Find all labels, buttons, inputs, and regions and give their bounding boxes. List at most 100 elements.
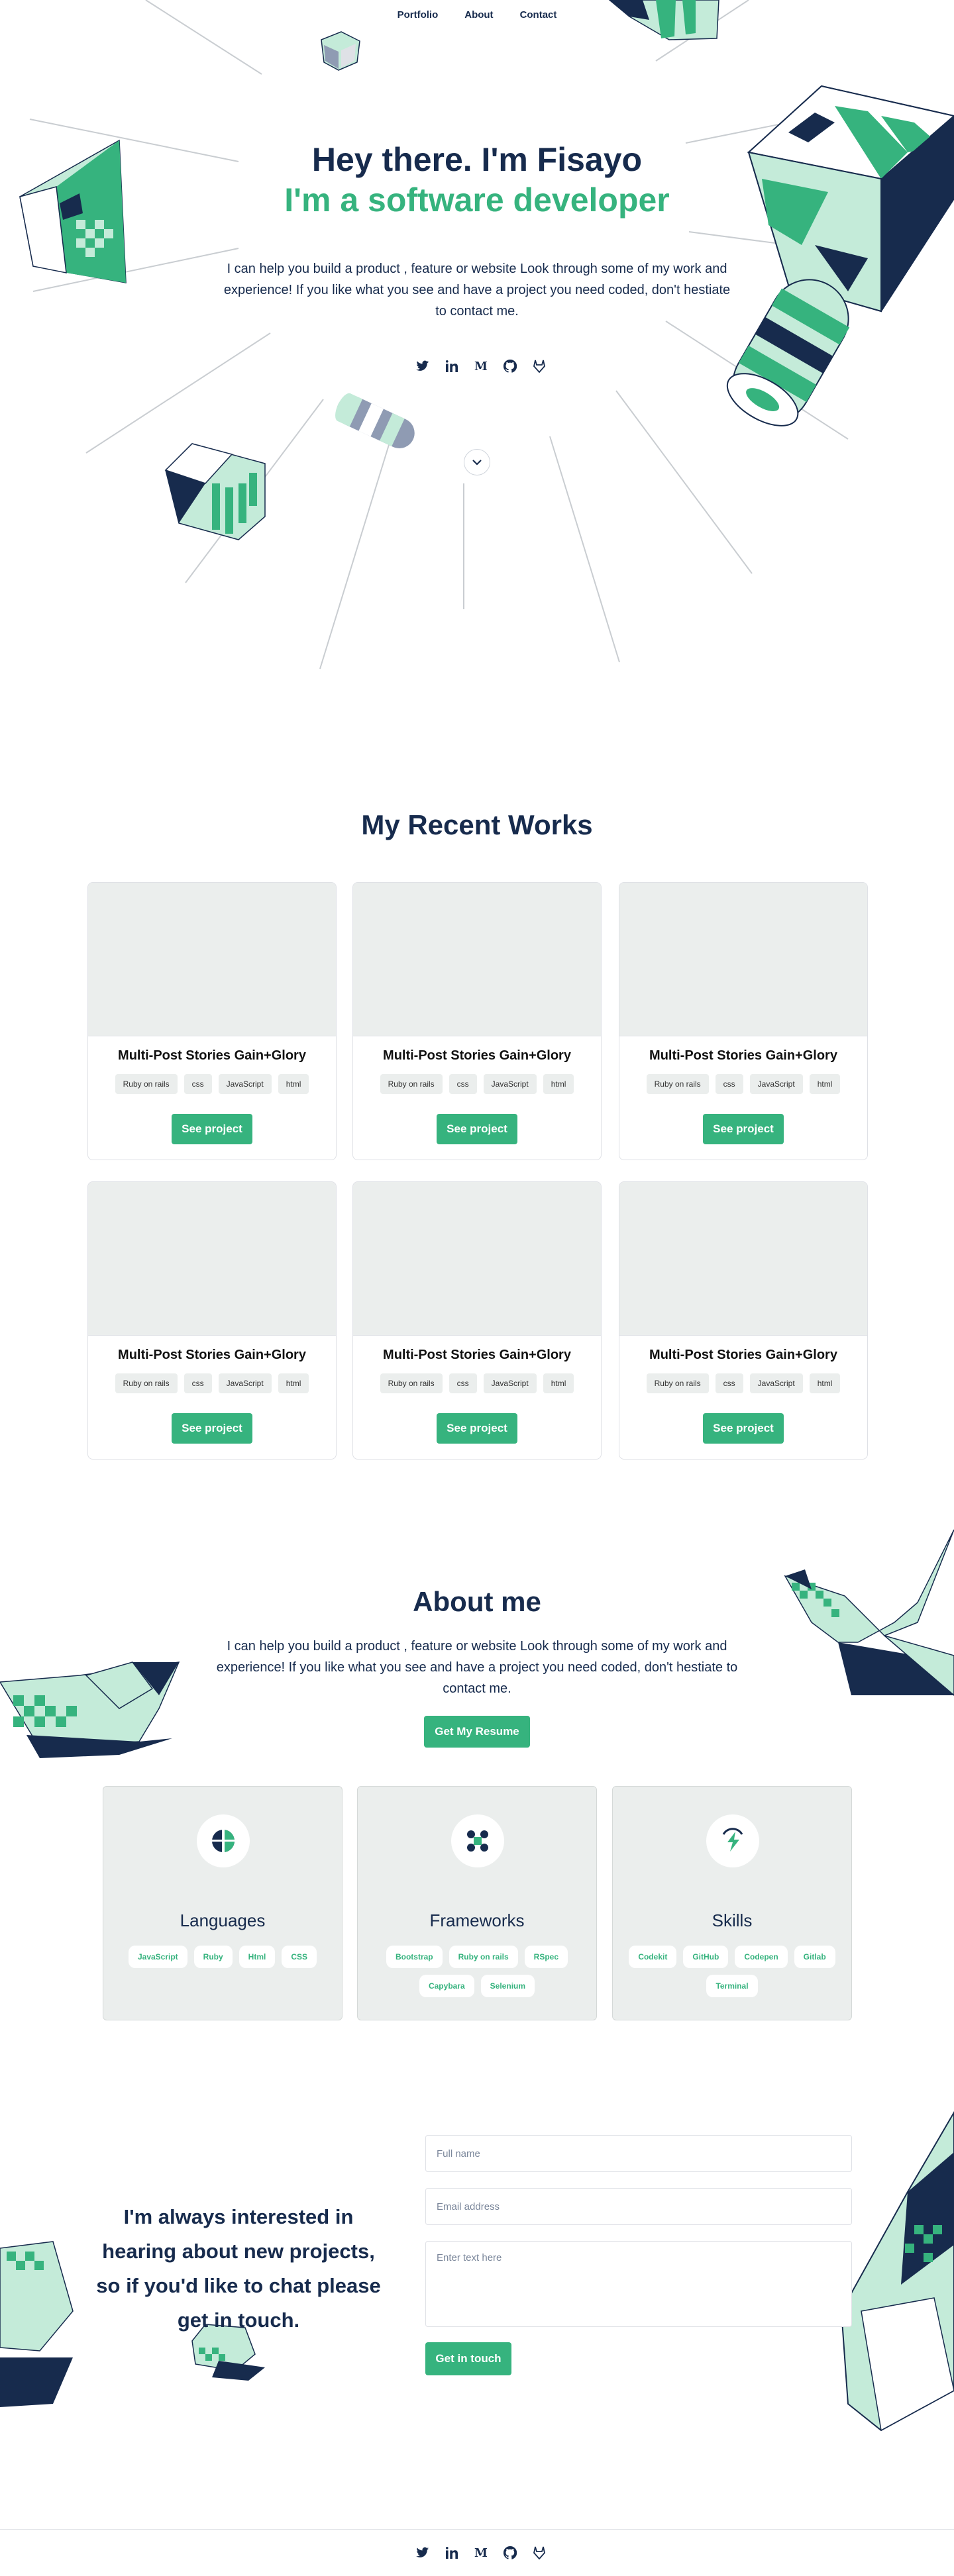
project-card: Multi-Post Stories Gain+Glory Ruby on ra… bbox=[352, 882, 602, 1160]
skill-tag: Gitlab bbox=[794, 1946, 835, 1968]
skill-card-title: Frameworks bbox=[429, 1910, 525, 1930]
project-tag: css bbox=[715, 1373, 743, 1393]
skill-tag: Html bbox=[238, 1946, 276, 1968]
works-section-title: My Recent Works bbox=[361, 809, 593, 840]
medium-glyph: M bbox=[474, 359, 488, 373]
email-input[interactable] bbox=[425, 2188, 852, 2225]
hero-title: Hey there. I'm Fisayo bbox=[311, 141, 643, 178]
full-name-input[interactable] bbox=[425, 2135, 852, 2172]
project-card: Multi-Post Stories Gain+Glory Ruby on ra… bbox=[619, 882, 868, 1160]
project-card: Multi-Post Stories Gain+Glory Ruby on ra… bbox=[87, 1181, 337, 1460]
skill-tag: Codekit bbox=[629, 1946, 677, 1968]
project-tag: Ruby on rails bbox=[115, 1074, 178, 1094]
hero-social-links: M bbox=[415, 359, 547, 373]
project-tag: html bbox=[543, 1373, 574, 1393]
project-tags: Ruby on rails css JavaScript html bbox=[88, 1373, 336, 1393]
project-tag: html bbox=[278, 1373, 309, 1393]
skill-tag: CSS bbox=[282, 1946, 317, 1968]
see-project-button[interactable]: See project bbox=[437, 1413, 517, 1444]
linkedin-icon[interactable] bbox=[445, 359, 459, 373]
project-tag: css bbox=[715, 1074, 743, 1094]
project-thumbnail bbox=[88, 1182, 336, 1336]
medium-icon[interactable]: M bbox=[474, 359, 488, 373]
project-tag: Ruby on rails bbox=[380, 1074, 443, 1094]
project-tag: JavaScript bbox=[218, 1074, 272, 1094]
project-tag: Ruby on rails bbox=[646, 1074, 709, 1094]
about-section-title: About me bbox=[413, 1586, 541, 1617]
project-tag: JavaScript bbox=[483, 1074, 537, 1094]
skill-tag: RSpec bbox=[524, 1946, 568, 1968]
message-textarea[interactable] bbox=[425, 2241, 852, 2327]
project-tag: html bbox=[543, 1074, 574, 1094]
get-in-touch-button[interactable]: Get in touch bbox=[425, 2342, 511, 2375]
nav-contact-link[interactable]: Contact bbox=[520, 9, 557, 21]
project-thumbnail bbox=[619, 1182, 867, 1336]
project-tag: html bbox=[278, 1074, 309, 1094]
skill-tag: Ruby bbox=[193, 1946, 233, 1968]
footer-social-links: M bbox=[415, 2546, 547, 2560]
project-tags: Ruby on rails css JavaScript html bbox=[353, 1074, 601, 1094]
project-tag: JavaScript bbox=[483, 1373, 537, 1393]
project-tags: Ruby on rails css JavaScript html bbox=[88, 1074, 336, 1094]
project-tag: Ruby on rails bbox=[380, 1373, 443, 1393]
globe-icon bbox=[197, 1814, 250, 1867]
skill-tag: Codepen bbox=[735, 1946, 788, 1968]
hero-subtitle: I'm a software developer bbox=[284, 181, 670, 219]
skill-tag: Capybara bbox=[419, 1975, 474, 1997]
get-resume-button[interactable]: Get My Resume bbox=[424, 1716, 530, 1748]
skill-card-title: Skills bbox=[712, 1910, 753, 1930]
skills-card: Skills Codekit GitHub Codepen Gitlab Ter… bbox=[612, 1786, 852, 2020]
see-project-button[interactable]: See project bbox=[437, 1114, 517, 1144]
project-tags: Ruby on rails css JavaScript html bbox=[353, 1373, 601, 1393]
scroll-down-button[interactable] bbox=[464, 449, 490, 475]
top-nav: Portfolio About Contact bbox=[0, 9, 954, 21]
nav-about-link[interactable]: About bbox=[464, 9, 493, 21]
skill-tags: Bootstrap Ruby on rails RSpec Capybara S… bbox=[364, 1946, 590, 1997]
see-project-button[interactable]: See project bbox=[703, 1114, 784, 1144]
skill-tag: Bootstrap bbox=[386, 1946, 443, 1968]
project-card: Multi-Post Stories Gain+Glory Ruby on ra… bbox=[87, 882, 337, 1160]
gitlab-icon[interactable] bbox=[532, 359, 547, 373]
footer-divider bbox=[0, 2529, 954, 2530]
skill-tags: JavaScript Ruby Html CSS bbox=[110, 1946, 335, 1968]
hero-description: I can help you build a product , feature… bbox=[223, 262, 731, 319]
project-tag: JavaScript bbox=[749, 1074, 803, 1094]
twitter-icon[interactable] bbox=[415, 359, 430, 373]
skill-tag: GitHub bbox=[683, 1946, 729, 1968]
see-project-button[interactable]: See project bbox=[703, 1413, 784, 1444]
gitlab-icon[interactable] bbox=[532, 2546, 547, 2560]
see-project-button[interactable]: See project bbox=[172, 1413, 252, 1444]
skill-tag: Ruby on rails bbox=[449, 1946, 518, 1968]
project-thumbnail bbox=[619, 883, 867, 1036]
project-title: Multi-Post Stories Gain+Glory bbox=[383, 1348, 571, 1362]
about-description: I can help you build a product , feature… bbox=[216, 1639, 738, 1696]
project-tags: Ruby on rails css JavaScript html bbox=[619, 1074, 867, 1094]
framework-icon bbox=[451, 1814, 504, 1867]
project-title: Multi-Post Stories Gain+Glory bbox=[649, 1348, 837, 1362]
project-tag: Ruby on rails bbox=[115, 1373, 178, 1393]
lightning-icon bbox=[706, 1814, 759, 1867]
skill-tag: Terminal bbox=[706, 1975, 758, 1997]
languages-card: Languages JavaScript Ruby Html CSS bbox=[103, 1786, 343, 2020]
linkedin-icon[interactable] bbox=[445, 2546, 459, 2560]
project-title: Multi-Post Stories Gain+Glory bbox=[383, 1048, 571, 1063]
github-icon[interactable] bbox=[503, 359, 517, 373]
project-title: Multi-Post Stories Gain+Glory bbox=[118, 1348, 306, 1362]
project-tag: html bbox=[809, 1074, 841, 1094]
frameworks-card: Frameworks Bootstrap Ruby on rails RSpec… bbox=[357, 1786, 597, 2020]
medium-glyph: M bbox=[474, 2546, 488, 2560]
project-thumbnail bbox=[88, 883, 336, 1036]
project-card: Multi-Post Stories Gain+Glory Ruby on ra… bbox=[352, 1181, 602, 1460]
project-tag: css bbox=[449, 1373, 477, 1393]
medium-icon[interactable]: M bbox=[474, 2546, 488, 2560]
project-title: Multi-Post Stories Gain+Glory bbox=[649, 1048, 837, 1063]
nav-portfolio-link[interactable]: Portfolio bbox=[398, 9, 439, 21]
project-tag: css bbox=[449, 1074, 477, 1094]
skill-tag: Selenium bbox=[480, 1975, 535, 1997]
github-icon[interactable] bbox=[503, 2546, 517, 2560]
twitter-icon[interactable] bbox=[415, 2546, 430, 2560]
see-project-button[interactable]: See project bbox=[172, 1114, 252, 1144]
project-tag: JavaScript bbox=[749, 1373, 803, 1393]
skill-tags: Codekit GitHub Codepen Gitlab Terminal bbox=[619, 1946, 845, 1997]
chevron-down-icon bbox=[472, 460, 482, 466]
